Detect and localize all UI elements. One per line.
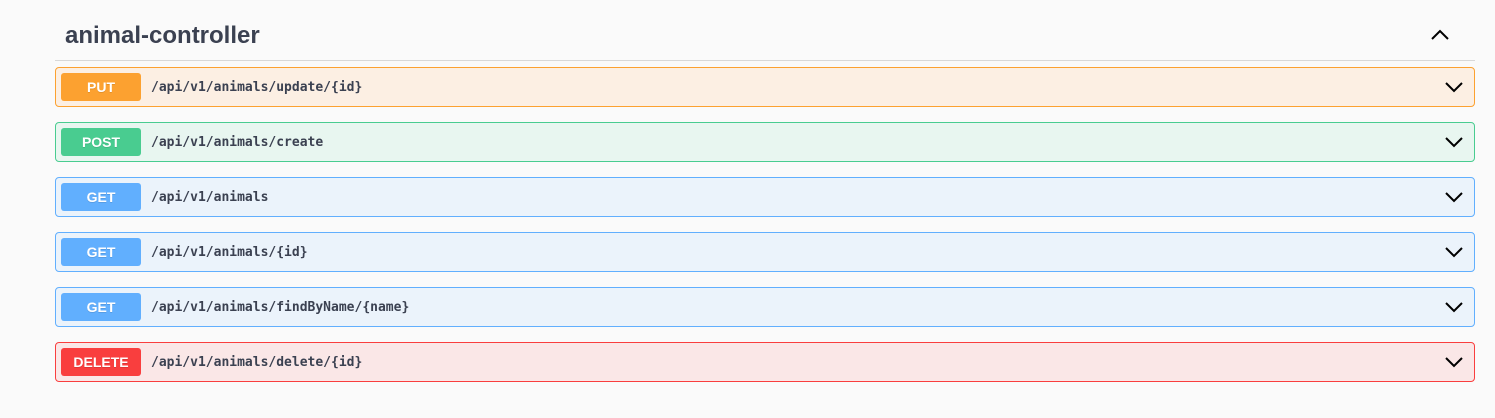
chevron-down-icon xyxy=(1445,357,1463,368)
operation-get-by-id[interactable]: GET /api/v1/animals/{id} xyxy=(55,232,1475,272)
expand-button[interactable] xyxy=(1440,128,1468,156)
chevron-down-icon xyxy=(1445,247,1463,258)
expand-button[interactable] xyxy=(1440,348,1468,376)
chevron-up-icon xyxy=(1431,29,1449,40)
chevron-down-icon xyxy=(1445,137,1463,148)
expand-button[interactable] xyxy=(1440,238,1468,266)
tag-header[interactable]: animal-controller xyxy=(55,0,1475,61)
operation-path[interactable]: /api/v1/animals/delete/{id} xyxy=(151,355,362,370)
method-badge: GET xyxy=(61,293,141,321)
chevron-down-icon xyxy=(1445,302,1463,313)
method-badge: POST xyxy=(61,128,141,156)
tag-section: animal-controller xyxy=(55,0,1475,61)
method-badge: GET xyxy=(61,183,141,211)
chevron-down-icon xyxy=(1445,192,1463,203)
expand-button[interactable] xyxy=(1440,73,1468,101)
operation-delete[interactable]: DELETE /api/v1/animals/delete/{id} xyxy=(55,342,1475,382)
collapse-button[interactable] xyxy=(1425,20,1455,50)
operation-path[interactable]: /api/v1/animals/create xyxy=(151,135,323,150)
tag-title[interactable]: animal-controller xyxy=(65,22,260,50)
operation-get-all[interactable]: GET /api/v1/animals xyxy=(55,177,1475,217)
operation-path[interactable]: /api/v1/animals/{id} xyxy=(151,245,308,260)
operation-get-by-name[interactable]: GET /api/v1/animals/findByName/{name} xyxy=(55,287,1475,327)
operations-list: PUT /api/v1/animals/update/{id} POST /ap… xyxy=(55,67,1475,397)
operation-post-create[interactable]: POST /api/v1/animals/create xyxy=(55,122,1475,162)
operation-path[interactable]: /api/v1/animals/update/{id} xyxy=(151,80,362,95)
method-badge: DELETE xyxy=(61,348,141,376)
operation-path[interactable]: /api/v1/animals/findByName/{name} xyxy=(151,300,409,315)
expand-button[interactable] xyxy=(1440,293,1468,321)
method-badge: PUT xyxy=(61,73,141,101)
method-badge: GET xyxy=(61,238,141,266)
chevron-down-icon xyxy=(1445,82,1463,93)
operation-put-update[interactable]: PUT /api/v1/animals/update/{id} xyxy=(55,67,1475,107)
operation-path[interactable]: /api/v1/animals xyxy=(151,190,268,205)
expand-button[interactable] xyxy=(1440,183,1468,211)
